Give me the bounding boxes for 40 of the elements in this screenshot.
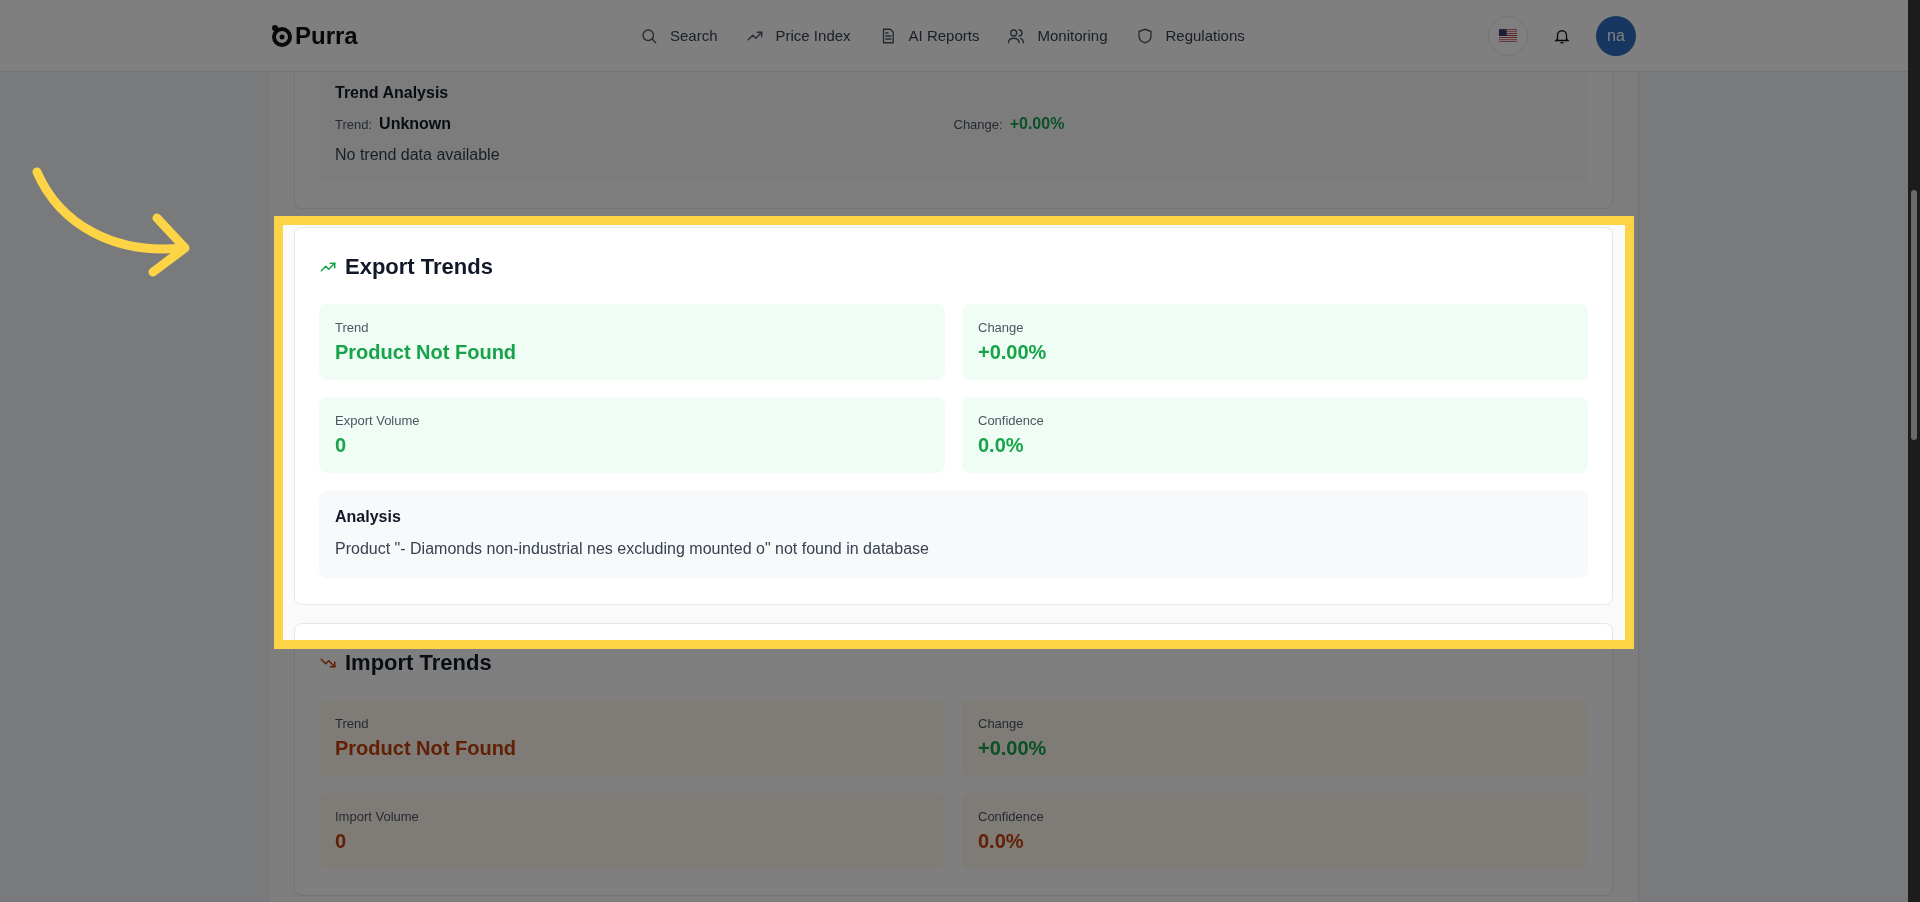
- panel-title: Trend Analysis: [335, 84, 450, 102]
- trend-note: No trend data available: [335, 146, 501, 164]
- nav-link[interactable]: AI Reports: [878, 22, 980, 49]
- users-icon: [1007, 26, 1026, 45]
- stat-label: Change: [978, 320, 1025, 335]
- stat-label: Trend: [335, 320, 370, 335]
- search-icon: [640, 26, 658, 45]
- stat-value: 0: [335, 830, 348, 853]
- stat-value: 0.0%: [978, 434, 1025, 457]
- stat-label: Change: [978, 716, 1025, 731]
- section-title: Import Trends: [345, 650, 492, 676]
- stat-label: Trend: [335, 716, 370, 731]
- nav-link[interactable]: Price Index: [745, 22, 851, 49]
- trend-value: Unknown: [379, 115, 452, 133]
- analysis-title: Analysis: [335, 508, 402, 526]
- section-title: Export Trends: [345, 254, 493, 280]
- nav-link[interactable]: Regulations: [1135, 22, 1245, 49]
- trend-label: Trend:: [335, 117, 373, 132]
- stat-value: 0.0%: [978, 830, 1025, 853]
- stat-value: +0.00%: [978, 737, 1048, 760]
- nav-link[interactable]: Monitoring: [1007, 22, 1108, 49]
- shield-icon: [1135, 26, 1154, 45]
- stat-value: 0: [335, 434, 348, 457]
- analysis-text: Product "- Diamonds non-industrial nes excluding mounted o" not found in database: [335, 540, 930, 558]
- scrollbar[interactable]: [1908, 0, 1920, 902]
- stat-value: Product Not Found: [335, 737, 518, 760]
- stat-label: Import Volume: [335, 809, 420, 824]
- stat-value: Product Not Found: [335, 341, 518, 364]
- flag-icon: [1499, 29, 1517, 42]
- user-avatar[interactable]: na: [1596, 15, 1636, 56]
- language-button[interactable]: [1488, 15, 1528, 56]
- change-value: +0.00%: [1009, 115, 1065, 133]
- logo-icon: [270, 23, 294, 48]
- logo[interactable]: Purra: [270, 21, 640, 50]
- stat-label: Confidence: [978, 413, 1045, 428]
- stat-label: Export Volume: [335, 413, 421, 428]
- stat-label: Confidence: [978, 809, 1045, 824]
- nav-link[interactable]: Search: [640, 22, 718, 49]
- stat-value: +0.00%: [978, 341, 1048, 364]
- change-label: Change:: [953, 117, 1003, 132]
